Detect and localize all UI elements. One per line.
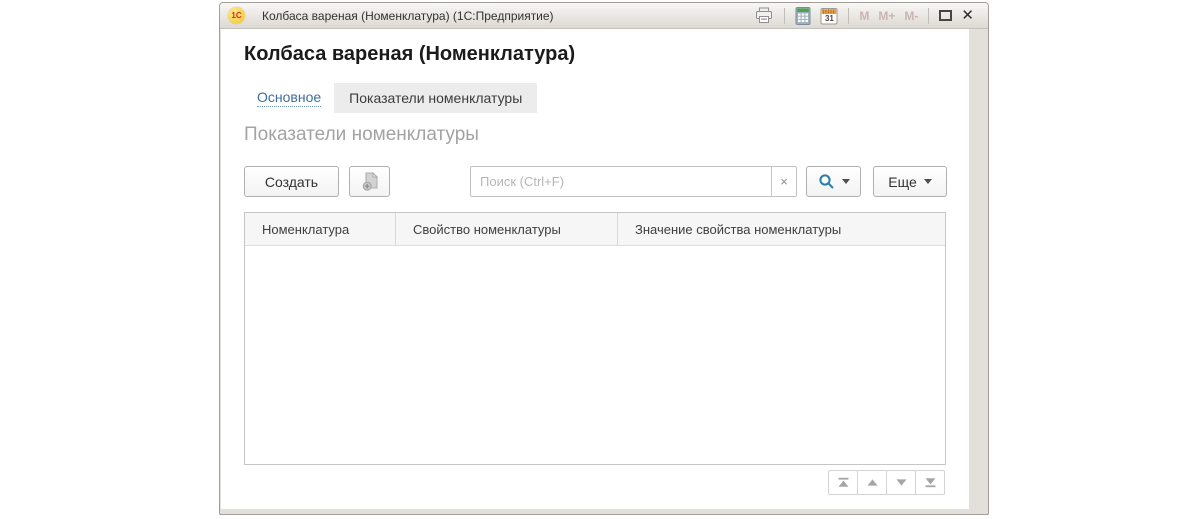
scroll-to-bottom-button[interactable] bbox=[915, 470, 945, 495]
calendar-day-label: 31 bbox=[824, 13, 834, 23]
scroll-up-button[interactable] bbox=[857, 470, 887, 495]
titlebar-separator bbox=[848, 7, 850, 24]
scroll-bottom-icon bbox=[925, 478, 935, 488]
navigation-tabs: Основное Показатели номенклатуры bbox=[257, 83, 538, 113]
column-header-nomenclature[interactable]: Номенклатура bbox=[245, 213, 396, 245]
column-header-value[interactable]: Значение свойства номенклатуры bbox=[618, 213, 945, 245]
calendar-icon[interactable]: 31 bbox=[820, 7, 838, 25]
search-input[interactable] bbox=[471, 167, 771, 196]
titlebar-tools: 31 M M+ M- ✕ bbox=[754, 6, 974, 25]
scroll-to-top-button[interactable] bbox=[828, 470, 858, 495]
print-icon[interactable] bbox=[754, 7, 774, 24]
column-header-property[interactable]: Свойство номенклатуры bbox=[396, 213, 618, 245]
copy-document-icon bbox=[360, 171, 380, 193]
maximize-icon bbox=[939, 10, 953, 21]
search-box: × bbox=[470, 166, 797, 197]
arrow-up-icon bbox=[867, 479, 877, 486]
create-button[interactable]: Создать bbox=[244, 166, 339, 197]
titlebar-separator bbox=[784, 7, 786, 24]
scroll-top-icon bbox=[838, 477, 848, 487]
titlebar: 1С Колбаса вареная (Номенклатура) (1С:Пр… bbox=[220, 3, 988, 29]
chevron-down-icon bbox=[923, 179, 932, 184]
copy-item-button[interactable] bbox=[349, 166, 390, 197]
1c-logo-icon: 1С bbox=[228, 7, 245, 24]
tab-nomenclature-indicators[interactable]: Показатели номенклатуры bbox=[334, 83, 538, 113]
search-options-button[interactable] bbox=[806, 166, 861, 197]
search-icon bbox=[818, 173, 835, 190]
memory-minus-button: M- bbox=[904, 8, 919, 23]
calculator-icon[interactable] bbox=[795, 6, 811, 25]
list-navigation bbox=[828, 470, 945, 495]
memory-plus-button: M+ bbox=[878, 8, 896, 23]
tab-main-link[interactable]: Основное bbox=[257, 89, 322, 107]
arrow-down-icon bbox=[896, 479, 906, 486]
window-title: Колбаса вареная (Номенклатура) (1С:Предп… bbox=[262, 8, 554, 23]
indicators-table: Номенклатура Свойство номенклатуры Значе… bbox=[244, 212, 946, 465]
titlebar-separator bbox=[928, 7, 930, 24]
more-button-label: Еще bbox=[888, 173, 917, 190]
form-content: Колбаса вареная (Номенклатура) Основное … bbox=[221, 29, 969, 509]
chevron-down-icon bbox=[841, 179, 850, 184]
more-button[interactable]: Еще bbox=[873, 166, 947, 197]
clear-search-button[interactable]: × bbox=[771, 167, 796, 196]
table-header-row: Номенклатура Свойство номенклатуры Значе… bbox=[245, 213, 945, 246]
scroll-down-button[interactable] bbox=[886, 470, 916, 495]
memory-recall-button: M bbox=[859, 8, 870, 23]
page-title: Колбаса вареная (Номенклатура) bbox=[244, 43, 576, 65]
section-heading: Показатели номенклатуры bbox=[244, 124, 479, 145]
maximize-button[interactable] bbox=[939, 10, 953, 21]
screen: 1С Колбаса вареная (Номенклатура) (1С:Пр… bbox=[0, 0, 1200, 519]
app-window: 1С Колбаса вареная (Номенклатура) (1С:Пр… bbox=[219, 2, 989, 515]
close-button[interactable]: ✕ bbox=[961, 8, 974, 23]
